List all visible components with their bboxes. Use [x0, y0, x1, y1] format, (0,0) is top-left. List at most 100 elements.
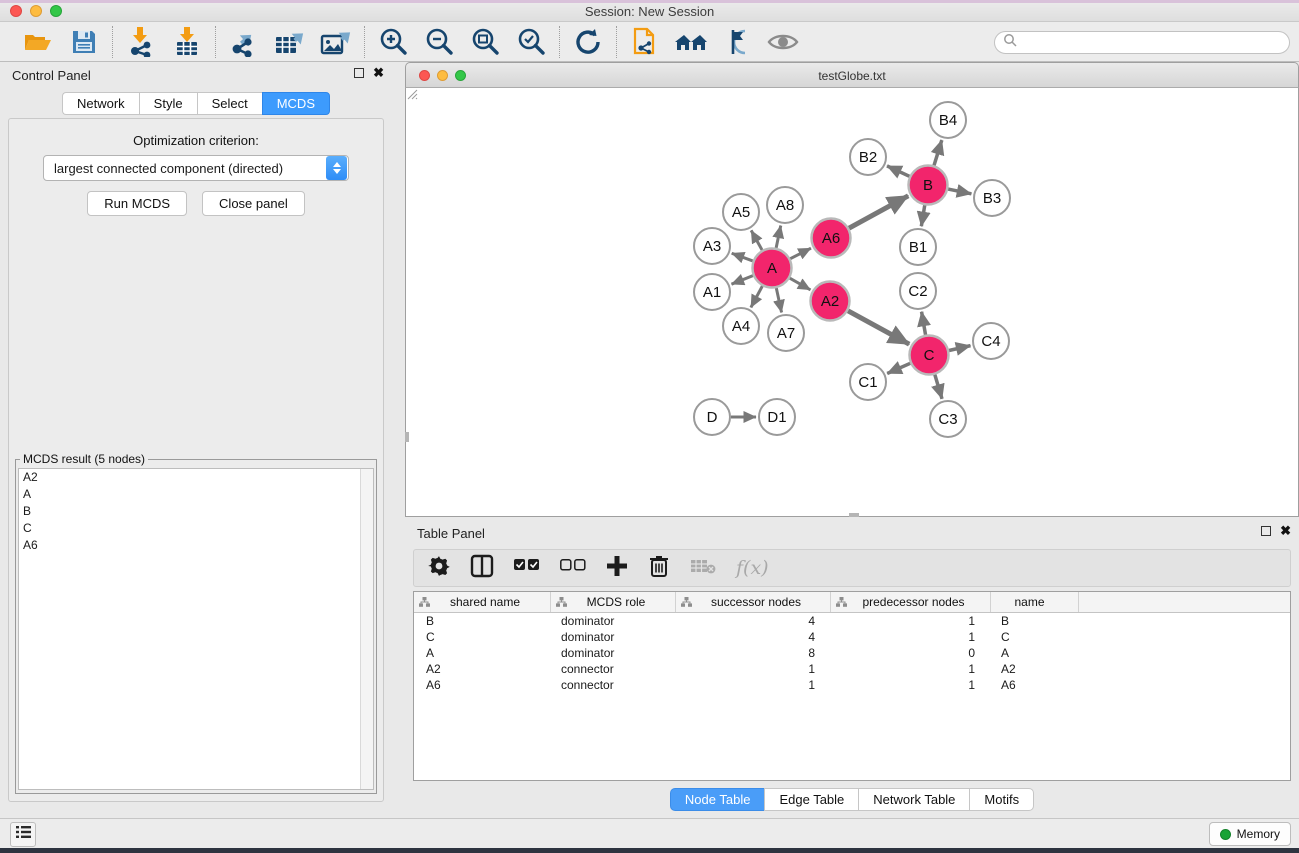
node-B2[interactable]: B2 [850, 139, 886, 175]
node-A2[interactable]: A2 [811, 282, 850, 321]
table-cell[interactable]: C [414, 630, 551, 644]
search-input[interactable] [1017, 36, 1267, 50]
canvas-bottom-splitter-handle[interactable] [849, 513, 859, 517]
table-settings-button[interactable] [428, 553, 450, 583]
node-A1[interactable]: A1 [694, 274, 730, 310]
node-A[interactable]: A [753, 249, 792, 288]
column-header-successor-nodes[interactable]: successor nodes [676, 592, 831, 612]
mcds-result-list[interactable]: A2ABCA6 [18, 468, 374, 790]
table-cell[interactable]: 1 [831, 630, 991, 644]
zoom-in-button[interactable] [377, 26, 409, 58]
column-layout-button[interactable] [470, 553, 494, 583]
tab-select[interactable]: Select [197, 92, 262, 115]
edge-A-A1[interactable] [731, 276, 752, 285]
close-panel-button[interactable]: Close panel [202, 191, 305, 216]
result-item[interactable]: A6 [19, 537, 373, 554]
edge-A2-C[interactable] [848, 311, 909, 344]
edge-A-A5[interactable] [751, 230, 762, 250]
edge-C-C3[interactable] [935, 375, 942, 399]
node-B3[interactable]: B3 [974, 180, 1010, 216]
save-session-button[interactable] [68, 26, 100, 58]
tab-style[interactable]: Style [139, 92, 197, 115]
node-A3[interactable]: A3 [694, 228, 730, 264]
table-row[interactable]: A6connector11A6 [414, 677, 1290, 693]
column-header-name[interactable]: name [991, 592, 1079, 612]
table-cell[interactable]: dominator [551, 646, 676, 660]
table-cell[interactable]: A6 [991, 678, 1079, 692]
result-item[interactable]: A2 [19, 469, 373, 486]
table-cell[interactable]: dominator [551, 614, 676, 628]
table-cell[interactable]: 4 [676, 614, 831, 628]
tab-mcds[interactable]: MCDS [262, 92, 330, 115]
edge-A-A6[interactable] [790, 248, 811, 259]
node-C[interactable]: C [910, 336, 949, 375]
column-header-predecessor-nodes[interactable]: predecessor nodes [831, 592, 991, 612]
export-network-button[interactable] [228, 26, 260, 58]
home-button[interactable] [675, 26, 707, 58]
zoom-fit-button[interactable] [469, 26, 501, 58]
edge-A-A2[interactable] [790, 278, 811, 290]
node-B4[interactable]: B4 [930, 102, 966, 138]
edge-C-C2[interactable] [922, 312, 926, 335]
node-A6[interactable]: A6 [812, 219, 851, 258]
delete-columns-button[interactable] [648, 553, 670, 583]
edge-A6-B[interactable] [849, 196, 908, 228]
new-network-from-file-button[interactable] [629, 26, 661, 58]
run-mcds-button[interactable]: Run MCDS [87, 191, 187, 216]
canvas-left-splitter-handle[interactable] [405, 432, 409, 442]
node-B[interactable]: B [909, 166, 948, 205]
tab-motifs[interactable]: Motifs [969, 788, 1034, 811]
resize-grip-icon[interactable] [406, 88, 418, 100]
table-cell[interactable]: A2 [991, 662, 1079, 676]
add-column-button[interactable] [606, 553, 628, 583]
function-builder-button[interactable]: f(x) [736, 553, 769, 583]
tab-edge-table[interactable]: Edge Table [764, 788, 858, 811]
table-cell[interactable]: A [991, 646, 1079, 660]
tab-network-table[interactable]: Network Table [858, 788, 969, 811]
table-cell[interactable]: B [991, 614, 1079, 628]
result-item[interactable]: B [19, 503, 373, 520]
result-list-scrollbar[interactable] [360, 469, 373, 789]
edge-C-C1[interactable] [887, 363, 910, 373]
table-row[interactable]: Bdominator41B [414, 613, 1290, 629]
table-cell[interactable]: 0 [831, 646, 991, 660]
task-history-button[interactable] [10, 822, 36, 847]
apply-layout-button[interactable] [572, 26, 604, 58]
table-row[interactable]: Cdominator41C [414, 629, 1290, 645]
delete-table-button[interactable] [690, 553, 716, 583]
result-item[interactable]: C [19, 520, 373, 537]
network-graph[interactable]: B4B2BB3A5A8A6A3B1AA1C2A2A4A7C4CC1C3DD1 [406, 88, 1298, 516]
show-graphics-button[interactable] [767, 26, 799, 58]
open-file-button[interactable] [22, 26, 54, 58]
export-table-button[interactable] [274, 26, 306, 58]
import-network-button[interactable] [125, 26, 157, 58]
optimization-criterion-dropdown[interactable]: largest connected component (directed) [43, 155, 349, 181]
edge-A-A7[interactable] [776, 288, 781, 312]
search-field[interactable] [994, 31, 1290, 54]
node-A5[interactable]: A5 [723, 194, 759, 230]
tab-node-table[interactable]: Node Table [670, 788, 765, 811]
table-cell[interactable]: C [991, 630, 1079, 644]
table-cell[interactable]: 1 [676, 678, 831, 692]
edge-B-B1[interactable] [921, 205, 924, 226]
node-A7[interactable]: A7 [768, 315, 804, 351]
node-A8[interactable]: A8 [767, 187, 803, 223]
table-cell[interactable]: A6 [414, 678, 551, 692]
close-table-panel-icon[interactable]: ✖ [1280, 526, 1291, 536]
node-A4[interactable]: A4 [723, 308, 759, 344]
edge-B-B2[interactable] [887, 166, 909, 176]
result-item[interactable]: A [19, 486, 373, 503]
node-table[interactable]: shared nameMCDS rolesuccessor nodesprede… [413, 591, 1291, 781]
table-cell[interactable]: connector [551, 662, 676, 676]
hide-panel-button[interactable] [721, 26, 753, 58]
float-table-panel-icon[interactable] [1261, 526, 1271, 536]
zoom-selected-button[interactable] [515, 26, 547, 58]
select-all-checkboxes-button[interactable] [514, 553, 540, 583]
edge-A-A3[interactable] [732, 253, 753, 261]
table-cell[interactable]: 1 [831, 678, 991, 692]
deselect-all-checkboxes-button[interactable] [560, 553, 586, 583]
network-canvas[interactable]: B4B2BB3A5A8A6A3B1AA1C2A2A4A7C4CC1C3DD1 [405, 88, 1299, 517]
node-B1[interactable]: B1 [900, 229, 936, 265]
edge-B-B3[interactable] [948, 189, 971, 194]
import-table-button[interactable] [171, 26, 203, 58]
